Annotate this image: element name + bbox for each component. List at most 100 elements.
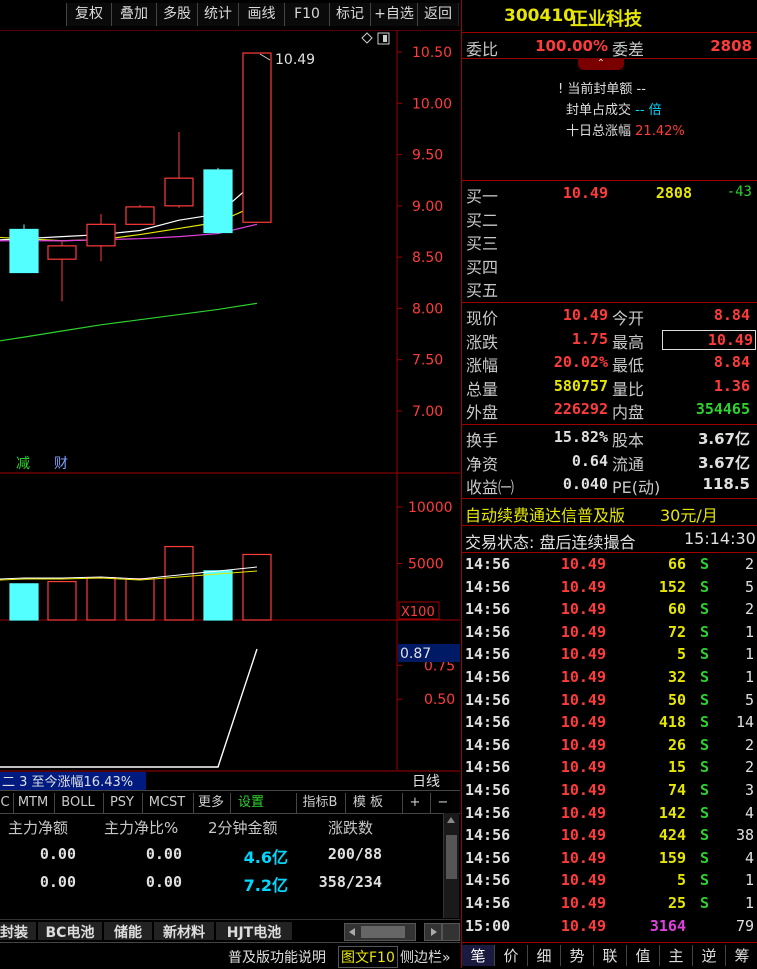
status-bar: 普及版功能说明 图文F10 侧边栏» — [0, 942, 460, 969]
toolbar-add-watchlist-button[interactable]: +自选 — [370, 3, 418, 26]
fund-table-scroll-thumb[interactable] — [446, 835, 457, 879]
wb-value: 100.00% — [535, 37, 608, 55]
indicator-tab-mcst[interactable]: MCST — [142, 793, 191, 813]
toolbar-mark-button[interactable]: 标记 — [329, 3, 371, 26]
scroll-up-icon[interactable] — [447, 817, 455, 823]
tick-volume: 72 — [667, 622, 686, 641]
sector-tab-hjt[interactable]: HJT电池 — [216, 922, 292, 941]
indicator-tab-more[interactable]: 更多 — [193, 793, 228, 813]
tick-side: S — [700, 690, 710, 709]
indicator-tab-settings[interactable]: 设置 — [230, 793, 271, 813]
volume-bar[interactable] — [125, 578, 155, 621]
zoom-out-button[interactable]: − — [430, 793, 455, 813]
volume-unit-label: X100 — [401, 605, 435, 620]
toolbar-fuquan-button[interactable]: 复权 — [66, 3, 112, 26]
bid-volume: 2808 — [655, 184, 692, 202]
promo-text[interactable]: 自动续费通达信普及版 — [465, 502, 625, 526]
quote-label: 总量 — [466, 379, 499, 399]
candle-body[interactable] — [47, 245, 77, 260]
tick-count: 14 — [735, 713, 754, 732]
panel-tab[interactable]: 逆 — [693, 945, 726, 966]
sector-tab-new-material[interactable]: 新材料 — [154, 922, 214, 941]
panel-tab[interactable]: 联 — [594, 945, 627, 966]
tick-volume: 26 — [667, 735, 686, 754]
period-label[interactable]: 日线 — [412, 774, 440, 790]
tick-volume: 15 — [667, 758, 686, 777]
panel-tab[interactable]: 筹 — [726, 945, 757, 966]
tick-volume: 66 — [667, 555, 686, 573]
quote-panel: 300410 正业科技 委比 100.00% 委差 2808 ⌃ ! 当前封单额… — [461, 0, 757, 968]
ten-day-gain-label: 十日总涨幅 21.42% — [566, 124, 685, 139]
volume-bar[interactable] — [164, 545, 194, 621]
tick-row: 14:56 10.49 26 S 2 — [462, 734, 757, 756]
sector-scrollbar[interactable] — [344, 923, 416, 941]
panel-tab[interactable]: 势 — [561, 945, 594, 966]
candle-body[interactable] — [203, 169, 233, 234]
badge-finance[interactable]: 财 — [54, 456, 68, 472]
indicator-tab-b[interactable]: 指标B — [296, 793, 343, 813]
panel-tab[interactable]: 价 — [495, 945, 528, 966]
sector-tabs: 封装 BC电池 储能 新材料 HJT电池 — [0, 919, 460, 942]
volume-bar[interactable] — [86, 577, 116, 621]
diamond-icon[interactable] — [361, 32, 373, 44]
candle-body[interactable] — [164, 177, 194, 207]
candle-body[interactable] — [86, 223, 116, 247]
tick-volume: 60 — [667, 600, 686, 619]
tick-row: 14:56 10.49 32 S 1 — [462, 666, 757, 688]
sidebar-toggle[interactable]: 侧边栏» — [400, 947, 451, 967]
scroll-left-icon[interactable] — [349, 928, 355, 936]
panel-tab[interactable]: 值 — [627, 945, 660, 966]
toolbar-back-button[interactable]: 返回 — [417, 3, 459, 26]
volume-tick-label: 10000 — [408, 500, 453, 516]
toolbar-overlay-button[interactable]: 叠加 — [111, 3, 157, 26]
sector-tab-packaging[interactable]: 封装 — [0, 922, 36, 941]
f10-link[interactable]: 图文F10 — [338, 946, 398, 968]
badge-reduce[interactable]: 减 — [16, 456, 30, 472]
candle-body[interactable] — [242, 52, 272, 223]
quote-value: 226292 — [553, 400, 608, 418]
volume-bar[interactable] — [9, 583, 39, 621]
help-link[interactable]: 普及版功能说明 — [228, 947, 326, 967]
fund-table-scrollbar[interactable] — [443, 813, 459, 918]
toolbar-draw-button[interactable]: 画线 — [238, 3, 285, 26]
candle-body[interactable] — [9, 228, 39, 274]
indicator-tab-boll[interactable]: BOLL — [54, 793, 101, 813]
sector-scroll-thumb[interactable] — [361, 926, 405, 938]
tick-row: 14:56 10.49 159 S 4 — [462, 847, 757, 869]
price-tick-label: 9.00 — [412, 199, 443, 215]
panel-tab[interactable]: 笔 — [462, 945, 495, 966]
tick-price: 10.49 — [560, 645, 606, 664]
panel-tab[interactable]: 主 — [660, 945, 693, 966]
indicator-tab-mtm[interactable]: MTM — [13, 793, 52, 813]
promo-price[interactable]: 30元/月 — [660, 502, 718, 526]
toolbar-multi-stock-button[interactable]: 多股 — [156, 3, 198, 26]
panel-tab[interactable]: 细 — [528, 945, 561, 966]
volume-bar[interactable] — [47, 580, 77, 621]
kline-chart[interactable]: 10.50 10.00 9.50 9.00 8.50 8.00 7.50 7.00 10000… — [0, 30, 460, 900]
candle-body[interactable] — [125, 206, 155, 225]
volume-bar[interactable] — [242, 553, 272, 621]
tick-side: S — [700, 894, 710, 912]
indicator-tab-c[interactable]: C — [0, 793, 10, 813]
collapse-chevron-icon[interactable]: ⌃ — [578, 58, 624, 70]
indicator-tab-template[interactable]: 模 板 — [345, 793, 390, 813]
sector-tab-storage[interactable]: 储能 — [104, 922, 152, 941]
indicator-tab-psy[interactable]: PSY — [103, 793, 140, 813]
tick-list[interactable]: 14:56 10.49 66 S 2 14:56 10.49 152 S 5 1… — [462, 553, 757, 937]
tick-row: 14:56 10.49 25 S 1 — [462, 892, 757, 914]
toolbar-f10-button[interactable]: F10 — [284, 3, 330, 26]
tick-count: 2 — [744, 555, 754, 573]
tick-price: 10.49 — [560, 555, 606, 573]
quote-label: 量比 — [612, 379, 645, 399]
toolbar-stats-button[interactable]: 统计 — [197, 3, 239, 26]
tick-count: 1 — [744, 622, 754, 641]
quote-label: 现价 — [466, 309, 499, 328]
volume-bar[interactable] — [203, 570, 233, 621]
scroll-right-button[interactable] — [424, 923, 442, 941]
zoom-in-button[interactable]: + — [402, 793, 427, 813]
scroll-end-button[interactable] — [442, 923, 460, 941]
tick-count: 1 — [744, 668, 754, 686]
sector-tab-bc-battery[interactable]: BC电池 — [38, 922, 102, 941]
bid-price[interactable]: 10.49 — [522, 184, 608, 202]
tick-time: 14:56 — [465, 577, 511, 596]
